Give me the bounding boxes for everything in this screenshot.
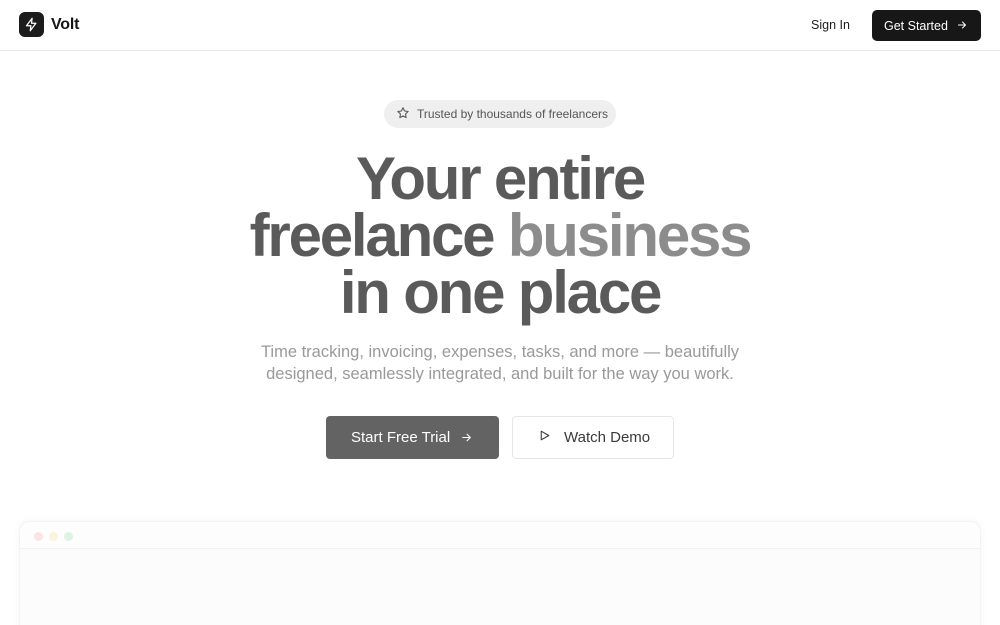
window-minimize-dot-icon — [49, 532, 58, 541]
preview-title-bar — [20, 522, 980, 549]
get-started-button[interactable]: Get Started — [872, 10, 981, 41]
watch-demo-button[interactable]: Watch Demo — [512, 416, 674, 459]
start-free-trial-button[interactable]: Start Free Trial — [326, 416, 499, 459]
trust-badge: Trusted by thousands of freelancers — [384, 100, 616, 128]
sign-in-link[interactable]: Sign In — [800, 10, 861, 40]
watch-demo-label: Watch Demo — [564, 429, 651, 446]
window-close-dot-icon — [34, 532, 43, 541]
star-icon — [396, 106, 410, 123]
top-navbar: Volt Sign In Get Started — [0, 0, 1000, 51]
start-free-trial-label: Start Free Trial — [351, 429, 451, 446]
brand-name: Volt — [51, 15, 80, 33]
badge-text: Trusted by thousands of freelancers — [417, 107, 608, 121]
headline-line-3: in one place — [339, 259, 663, 326]
play-icon — [538, 429, 551, 446]
arrow-right-icon — [460, 431, 473, 448]
bolt-icon — [19, 12, 44, 37]
window-maximize-dot-icon — [64, 532, 73, 541]
hero-subtitle: Time tracking, invoicing, expenses, task… — [260, 343, 740, 383]
headline-line-2: freelance business — [0, 206, 1000, 266]
hero-headline: Your entire freelance business in one pl… — [0, 145, 1000, 326]
headline-line-1: Your entire — [355, 145, 646, 212]
arrow-right-icon — [956, 19, 968, 34]
app-preview-window — [19, 521, 981, 625]
brand-logo[interactable]: Volt — [19, 12, 79, 37]
get-started-label: Get Started — [884, 18, 948, 33]
